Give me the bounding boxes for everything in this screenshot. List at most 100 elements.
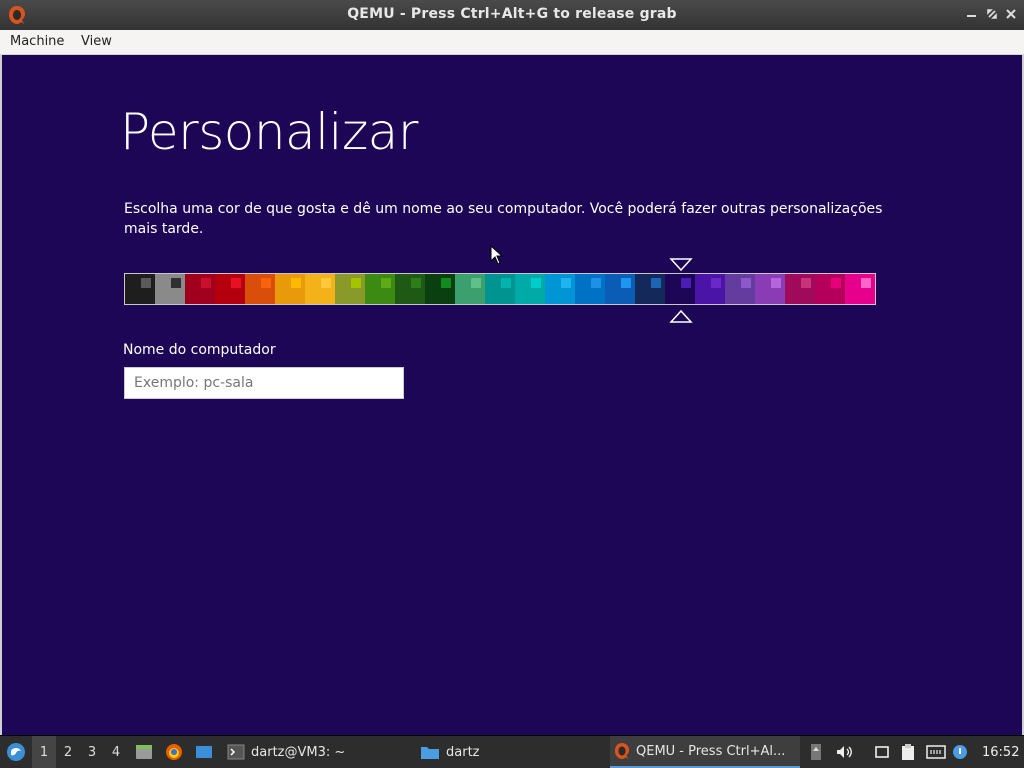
color-swatch[interactable] [515, 274, 545, 304]
window-title: QEMU - Press Ctrl+Alt+G to release grab [347, 6, 677, 22]
color-swatch-accent [441, 278, 451, 288]
page-description: Escolha uma cor de que gosta e dê um nom… [124, 201, 883, 237]
restore-icon[interactable] [984, 6, 1000, 22]
color-swatch-accent [591, 278, 601, 288]
color-swatch[interactable] [815, 274, 845, 304]
color-swatch[interactable] [395, 274, 425, 304]
start-menu-button[interactable] [4, 736, 28, 768]
color-swatch[interactable] [185, 274, 215, 304]
color-selector-bottom-arrow [669, 309, 693, 323]
clock-time: 16:52 [982, 744, 1020, 760]
task-folder[interactable]: dartz [416, 736, 606, 768]
page-title: Personalizar [120, 103, 418, 161]
desktop-launcher[interactable] [193, 736, 215, 768]
menu-view[interactable]: View [81, 34, 112, 49]
task-qemu[interactable]: QEMU - Press Ctrl+Al... [610, 736, 800, 768]
color-swatch-accent [741, 278, 751, 288]
display-button[interactable] [872, 736, 892, 768]
task-terminal[interactable]: dartz@VM3: ~ [223, 736, 413, 768]
volume-button[interactable] [834, 736, 854, 768]
color-swatch[interactable] [455, 274, 485, 304]
clipboard-icon [902, 744, 914, 760]
volume-icon [837, 746, 852, 758]
color-swatch-accent [171, 278, 181, 288]
color-swatch-accent [501, 278, 511, 288]
color-swatch[interactable] [215, 274, 245, 304]
computer-name-input[interactable] [124, 367, 404, 399]
color-swatch[interactable] [485, 274, 515, 304]
color-swatch[interactable] [545, 274, 575, 304]
task-terminal-label: dartz@VM3: ~ [251, 744, 346, 760]
workspace-2[interactable]: 2 [56, 736, 80, 768]
task-qemu-label: QEMU - Press Ctrl+Al... [636, 743, 786, 759]
minimize-icon[interactable] [964, 6, 980, 22]
network-button[interactable] [926, 736, 946, 768]
color-swatch-accent [411, 278, 421, 288]
network-icon [926, 745, 946, 759]
qemu-icon [614, 743, 630, 759]
color-swatch-accent [201, 278, 211, 288]
start-menu-icon [7, 743, 25, 761]
color-swatch[interactable] [635, 274, 665, 304]
color-swatch[interactable] [335, 274, 365, 304]
taskbar: dartz@VM3: ~ dartz QEMU - Press Ctrl+Al.… [0, 736, 1024, 768]
clipboard-button[interactable] [898, 736, 918, 768]
terminal-icon [227, 744, 245, 760]
workspace-3[interactable]: 3 [80, 736, 104, 768]
desktop-icon [196, 746, 212, 758]
color-swatch-accent [381, 278, 391, 288]
notification-button[interactable] [950, 736, 970, 768]
color-swatch[interactable] [695, 274, 725, 304]
color-swatch[interactable] [755, 274, 785, 304]
mouse-cursor-icon [490, 245, 504, 265]
color-swatch-accent [351, 278, 361, 288]
color-swatch[interactable] [575, 274, 605, 304]
color-swatch-accent [231, 278, 241, 288]
color-picker[interactable] [124, 273, 876, 305]
color-swatch-accent [621, 278, 631, 288]
workspace-4[interactable]: 4 [104, 736, 128, 768]
color-swatch[interactable] [605, 274, 635, 304]
notification-icon [953, 745, 967, 759]
file-manager-icon [136, 745, 152, 759]
color-swatch-accent [681, 278, 691, 288]
color-swatch-accent [531, 278, 541, 288]
color-swatch-accent [321, 278, 331, 288]
color-swatch-accent [471, 278, 481, 288]
color-swatch-accent [801, 278, 811, 288]
color-swatch[interactable] [365, 274, 395, 304]
color-swatch-accent [711, 278, 721, 288]
color-swatch-accent [261, 278, 271, 288]
task-folder-label: dartz [446, 744, 480, 760]
color-swatch[interactable] [785, 274, 815, 304]
color-selector-top-arrow [669, 258, 693, 272]
color-swatch[interactable] [425, 274, 455, 304]
guest-screen[interactable]: Personalizar Escolha uma cor de que gost… [2, 55, 1022, 735]
color-swatch[interactable] [245, 274, 275, 304]
color-swatch-accent [561, 278, 571, 288]
close-icon[interactable] [1003, 6, 1019, 22]
workspace-1[interactable]: 1 [32, 736, 56, 768]
file-manager-launcher[interactable] [133, 736, 155, 768]
firefox-launcher[interactable] [163, 736, 185, 768]
color-swatch[interactable] [665, 274, 695, 304]
color-swatch[interactable] [725, 274, 755, 304]
color-swatch-accent [141, 278, 151, 288]
window-titlebar[interactable]: QEMU - Press Ctrl+Alt+G to release grab [0, 0, 1024, 30]
color-swatch[interactable] [305, 274, 335, 304]
color-swatch-accent [831, 278, 841, 288]
scroll-indicator[interactable] [806, 736, 826, 768]
menubar: Machine View [0, 30, 1024, 55]
color-swatch[interactable] [125, 274, 155, 304]
color-swatch[interactable] [155, 274, 185, 304]
clock[interactable]: 16:52 [982, 736, 1019, 768]
computer-name-label: Nome do computador [123, 342, 276, 358]
color-swatch[interactable] [845, 274, 875, 304]
scroll-icon [811, 744, 821, 760]
folder-icon [421, 747, 439, 759]
color-swatch[interactable] [275, 274, 305, 304]
display-icon [875, 746, 889, 758]
menu-machine[interactable]: Machine [10, 34, 64, 49]
color-swatch-accent [291, 278, 301, 288]
color-swatch-accent [861, 278, 871, 288]
